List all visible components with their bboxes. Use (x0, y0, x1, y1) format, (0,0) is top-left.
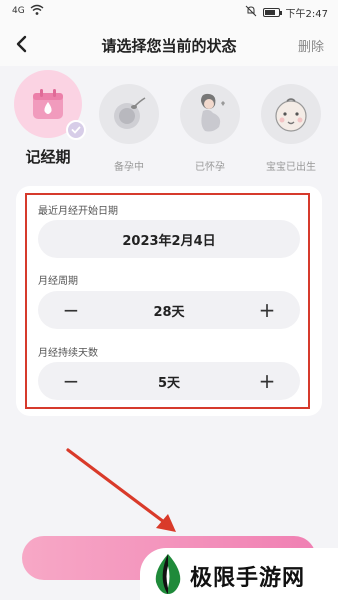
status-option-label: 备孕中 (114, 162, 144, 173)
baby-face-icon (261, 84, 321, 144)
status-option-pregnant[interactable]: 已怀孕 (172, 84, 248, 173)
mute-icon (245, 5, 257, 20)
status-option-label: 记经期 (25, 148, 71, 166)
status-option-baby-born[interactable]: 宝宝已出生 (253, 84, 329, 173)
watermark-text: 极限手游网 (190, 565, 306, 591)
status-option-label: 宝宝已出生 (266, 162, 316, 173)
sperm-egg-icon (99, 84, 159, 144)
pregnant-woman-icon (180, 84, 240, 144)
annotation-arrow-icon (66, 448, 176, 532)
nav-bar: 请选择您当前的状态 删除 (0, 24, 338, 66)
status-selector: 记经期 备孕中 已怀孕 宝宝已出生 (0, 70, 338, 175)
check-icon (66, 120, 86, 140)
battery-icon (262, 8, 282, 17)
status-bar: 4G 下午2:47 (0, 0, 338, 24)
status-option-trying[interactable]: 备孕中 (91, 84, 167, 173)
clock: 下午2:47 (285, 9, 328, 20)
status-option-label: 已怀孕 (195, 162, 225, 173)
signal-indicator: 4G (12, 6, 25, 16)
status-option-period[interactable]: 记经期 (10, 70, 86, 167)
delete-button[interactable]: 删除 (298, 36, 324, 55)
annotation-highlight-box (25, 193, 310, 409)
wifi-icon (30, 4, 44, 19)
watermark-logo-icon (155, 554, 181, 594)
calendar-drop-icon (14, 70, 86, 140)
page-title: 请选择您当前的状态 (101, 37, 237, 55)
watermark: 极限手游网 (140, 548, 338, 600)
